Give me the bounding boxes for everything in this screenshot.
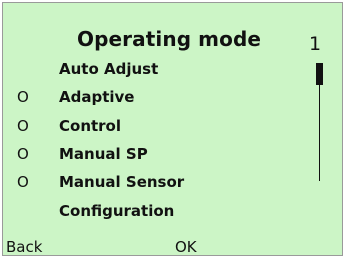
menu-item-label: Control [59,117,122,135]
radio-marker: O [17,145,29,163]
menu-item-manual-sp[interactable]: O Manual SP [3,142,303,164]
menu-item-label: Configuration [59,202,175,220]
menu-item-control[interactable]: O Control [3,114,303,136]
radio-marker: O [17,88,29,106]
scrollbar-thumb[interactable] [316,63,323,85]
menu-item-label: Manual Sensor [59,173,185,191]
device-display: Operating mode 1 Auto Adjust O Adaptive … [2,2,343,256]
radio-marker: O [17,173,29,191]
menu-item-label: Adaptive [59,88,135,106]
page-number: 1 [309,33,322,55]
menu-item-adaptive[interactable]: O Adaptive [3,85,303,107]
page-title: Operating mode [77,27,262,51]
back-softkey[interactable]: Back [6,238,42,256]
menu-item-manual-sensor[interactable]: O Manual Sensor [3,170,303,192]
menu-item-auto-adjust[interactable]: Auto Adjust [3,57,303,79]
ok-softkey[interactable]: OK [175,238,197,256]
menu-item-configuration[interactable]: Configuration [3,199,303,221]
menu-item-label: Auto Adjust [59,60,159,78]
menu-item-label: Manual SP [59,145,148,163]
radio-marker: O [17,117,29,135]
